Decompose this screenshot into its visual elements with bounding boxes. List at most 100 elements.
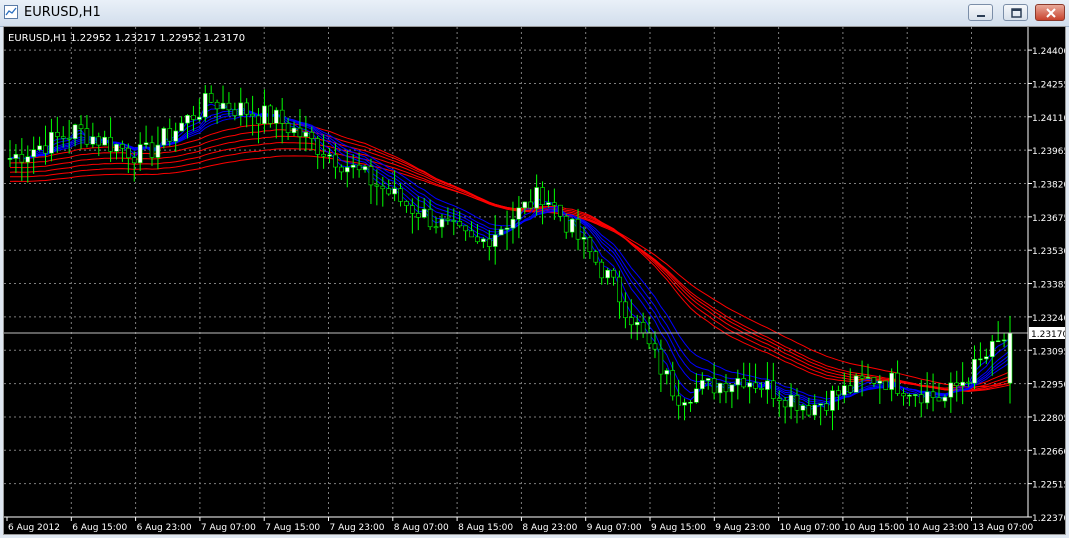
candle-body (629, 317, 634, 326)
chart-canvas[interactable]: 6 Aug 2012 6 Aug 15:00 6 Aug 23:00 7 Aug 07… (4, 27, 1069, 534)
candle-body (759, 388, 764, 390)
candle-body (765, 380, 770, 390)
candle-body (66, 137, 72, 140)
candle-body (7, 158, 13, 160)
candle-body (984, 356, 989, 360)
candle-body (410, 205, 415, 214)
candle-body (593, 251, 599, 263)
minimize-button[interactable] (968, 4, 993, 21)
candle-body (640, 321, 646, 334)
time-axis-label: 6 Aug 23:00 (137, 523, 192, 533)
candle-body (664, 370, 670, 375)
candle-body (563, 215, 569, 233)
candle-body (682, 402, 687, 406)
price-chart[interactable]: 6 Aug 2012 6 Aug 15:00 6 Aug 23:00 7 Aug 07… (3, 26, 1069, 535)
candle-body (753, 382, 758, 389)
candle-body (285, 123, 291, 133)
candle-body (623, 301, 628, 318)
title-bar[interactable]: EURUSD,H1 (0, 0, 1069, 27)
candle-body (865, 377, 871, 379)
candle-body (398, 188, 403, 202)
candle-body (25, 156, 31, 163)
candle-body (700, 380, 705, 390)
candle-body (978, 358, 983, 361)
candle-body (729, 384, 735, 393)
candle-body (546, 202, 551, 205)
candle-body (652, 343, 658, 350)
candle-body (557, 204, 563, 217)
candle-body (244, 102, 249, 115)
candle-body (43, 145, 48, 154)
candle-body (179, 122, 184, 132)
candle-body (658, 348, 664, 375)
candle-body (552, 202, 557, 206)
candle-body (362, 166, 368, 171)
candle-body (824, 403, 829, 411)
candle-body (859, 375, 865, 379)
candle-body (167, 128, 173, 142)
price-axis-label: 1.24255 (1032, 80, 1065, 90)
time-axis-label: 8 Aug 23:00 (522, 523, 577, 533)
candle-body (37, 145, 42, 151)
candle-body (670, 370, 676, 397)
candle-body (96, 136, 102, 146)
candle-body (451, 220, 457, 222)
candle-body (895, 372, 900, 394)
candle-body (788, 394, 794, 408)
candle-body (599, 261, 605, 279)
candle-body (114, 144, 119, 152)
chart-window: EURUSD,H1 6 Aug 2012 6 Aug 15:00 6 Aug 23:… (0, 0, 1069, 537)
candle-body (102, 136, 107, 146)
price-axis-label: 1.22805 (1032, 414, 1065, 424)
candle-body (634, 321, 640, 326)
candle-body (131, 157, 137, 164)
candle-body (463, 225, 468, 232)
candle-body (717, 382, 723, 394)
candle-body (498, 229, 504, 236)
candle-body (806, 405, 812, 416)
candle-body (705, 378, 711, 381)
candle-body (202, 93, 208, 118)
candle-body (421, 208, 427, 218)
candle-body (226, 102, 232, 111)
candle-body (836, 390, 841, 396)
close-button[interactable] (1035, 4, 1065, 21)
candle-body (13, 154, 19, 159)
candle-body (871, 377, 877, 384)
candle-body (108, 136, 113, 152)
price-axis-label: 1.22950 (1032, 381, 1065, 391)
candle-body (126, 147, 131, 158)
candle-body (333, 154, 338, 168)
candle-body (528, 201, 534, 209)
candle-body (747, 382, 752, 388)
moving-average-line (9, 148, 1011, 393)
moving-average-line (9, 122, 1011, 389)
price-axis-label: 1.23385 (1032, 281, 1065, 291)
candle-body (84, 128, 90, 145)
candle-body (913, 394, 918, 396)
candle-body (782, 400, 788, 408)
candle-body (433, 226, 439, 229)
price-axis-label: 1.22515 (1032, 481, 1065, 491)
candle-body (427, 208, 433, 228)
candle-body (516, 207, 522, 220)
candle-body (688, 402, 693, 404)
current-price-label: 1.23170 (1031, 330, 1065, 340)
restore-button[interactable] (1003, 4, 1028, 21)
candle-body (415, 213, 421, 218)
moving-average-line (9, 155, 1011, 388)
candle-body (605, 269, 610, 279)
chart-window-icon (4, 5, 18, 19)
time-axis-label: 9 Aug 23:00 (715, 523, 770, 533)
candle-body (972, 359, 977, 384)
time-axis-label: 10 Aug 15:00 (844, 523, 905, 533)
restore-icon (1011, 8, 1022, 18)
candle-body (273, 109, 279, 124)
candle-body (392, 188, 397, 195)
candle-body (735, 378, 741, 386)
candle-body (818, 403, 823, 406)
candle-body (676, 395, 681, 406)
candle-body (327, 154, 332, 157)
candle-body (942, 396, 948, 402)
candle-body (90, 136, 96, 145)
